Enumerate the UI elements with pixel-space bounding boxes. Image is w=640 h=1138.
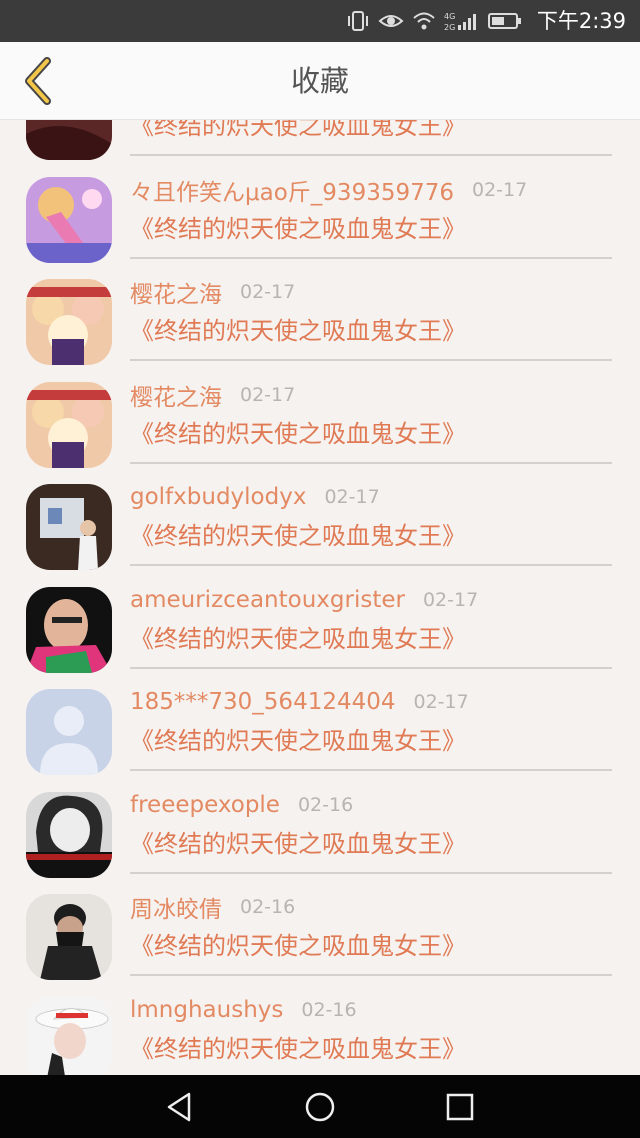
- username: 樱花之海: [130, 282, 222, 308]
- name-line: 185***730_564124404 02-17: [130, 685, 469, 719]
- list-item[interactable]: 《终结的炽天使之吸血鬼女王》: [0, 120, 640, 161]
- hat-avatar-image: [26, 996, 112, 1075]
- name-line: 周冰皎倩 02-16: [130, 890, 295, 924]
- username: 々且作笑んμao斤_939359776: [130, 179, 454, 206]
- list-item[interactable]: 樱花之海 02-17 《终结的炽天使之吸血鬼女王》: [0, 263, 640, 366]
- username: 周冰皎倩: [130, 897, 222, 923]
- list-item[interactable]: lmnghaushys 02-16 《终结的炽天使之吸血鬼女王》: [0, 981, 640, 1075]
- username: lmnghaushys: [130, 996, 284, 1023]
- date: 02-17: [240, 281, 296, 303]
- date: 02-16: [297, 793, 354, 816]
- portrait-bw-avatar-image: [26, 791, 112, 878]
- page-title: 收藏: [290, 64, 349, 98]
- user-avatar[interactable]: [26, 689, 112, 775]
- work-title[interactable]: 《终结的炽天使之吸血鬼女王》: [130, 723, 466, 759]
- divider: [130, 871, 612, 874]
- divider: [130, 564, 612, 566]
- masked-avatar-image: [26, 894, 112, 980]
- date: 02-16: [240, 896, 296, 918]
- user-avatar[interactable]: [26, 894, 112, 980]
- name-line: golfxbudylodyx 02-17: [130, 480, 380, 514]
- username: 樱花之海: [130, 384, 222, 411]
- nav-home-button[interactable]: [290, 1082, 350, 1132]
- signal-icon: 4G 2G: [444, 12, 476, 32]
- app-header: 收藏: [0, 42, 640, 120]
- work-title[interactable]: 《终结的炽天使之吸血鬼女王》: [130, 518, 466, 554]
- svg-text:4G: 4G: [444, 12, 455, 21]
- work-title[interactable]: 《终结的炽天使之吸血鬼女王》: [130, 211, 466, 247]
- user-avatar[interactable]: [26, 586, 112, 673]
- favorites-list[interactable]: 《终结的炽天使之吸血鬼女王》 々且作笑んμao斤_939359776 02-17…: [0, 120, 640, 1075]
- divider: [130, 974, 612, 976]
- username: freeepexople: [130, 791, 280, 818]
- user-avatar[interactable]: [26, 791, 112, 878]
- work-title[interactable]: 《终结的炽天使之吸血鬼女王》: [130, 313, 466, 349]
- divider: [130, 256, 612, 259]
- anime-group-avatar-image: [26, 381, 112, 468]
- list-item[interactable]: 々且作笑んμao斤_939359776 02-17 《终结的炽天使之吸血鬼女王》: [0, 161, 640, 264]
- username: golfxbudylodyx: [130, 484, 307, 510]
- anime-avatar-image: [26, 176, 112, 263]
- divider: [130, 359, 612, 361]
- divider: [130, 769, 612, 771]
- work-title[interactable]: 《终结的炽天使之吸血鬼女王》: [130, 826, 466, 862]
- wifi-icon: [413, 12, 435, 30]
- status-time: 下午2:39: [536, 9, 626, 33]
- work-title[interactable]: 《终结的炽天使之吸血鬼女王》: [130, 416, 466, 452]
- date: 02-17: [413, 691, 469, 713]
- list-item[interactable]: 185***730_564124404 02-17 《终结的炽天使之吸血鬼女王》: [0, 673, 640, 776]
- work-title[interactable]: 《终结的炽天使之吸血鬼女王》: [130, 928, 466, 964]
- divider: [130, 461, 612, 464]
- date: 02-17: [472, 178, 528, 201]
- status-icons: 4G 2G: [346, 0, 522, 42]
- recents-square-icon: [446, 1093, 474, 1120]
- list-item[interactable]: 樱花之海 02-17 《终结的炽天使之吸血鬼女王》: [0, 366, 640, 469]
- portrait-avatar-image: [26, 586, 112, 673]
- name-line: lmnghaushys 02-16: [130, 993, 357, 1027]
- list-item[interactable]: freeepexople 02-16 《终结的炽天使之吸血鬼女王》: [0, 776, 640, 879]
- system-nav-bar: [0, 1075, 640, 1138]
- list-item[interactable]: ameurizceantouxgrister 02-17 《终结的炽天使之吸血鬼…: [0, 571, 640, 674]
- list-item[interactable]: 周冰皎倩 02-16 《终结的炽天使之吸血鬼女王》: [0, 878, 640, 981]
- work-title[interactable]: 《终结的炽天使之吸血鬼女王》: [130, 621, 466, 657]
- anime-group-avatar-image: [26, 279, 112, 365]
- list-item[interactable]: golfxbudylodyx 02-17 《终结的炽天使之吸血鬼女王》: [0, 468, 640, 571]
- photo-avatar-image: [26, 484, 112, 570]
- eye-comfort-icon: [378, 15, 404, 27]
- back-triangle-icon: [167, 1092, 191, 1121]
- divider: [130, 154, 612, 156]
- username: 185***730_564124404: [130, 689, 396, 715]
- date: 02-17: [324, 486, 380, 508]
- svg-text:2G: 2G: [444, 23, 455, 32]
- default-avatar-image: [26, 689, 112, 775]
- nav-back-button[interactable]: [150, 1082, 210, 1132]
- date: 02-17: [422, 588, 479, 611]
- user-avatar[interactable]: [26, 996, 112, 1075]
- name-line: ameurizceantouxgrister 02-17: [130, 583, 478, 617]
- work-title[interactable]: 《终结的炽天使之吸血鬼女王》: [130, 1031, 466, 1067]
- username: ameurizceantouxgrister: [130, 586, 405, 613]
- user-avatar[interactable]: [26, 176, 112, 263]
- date: 02-16: [301, 998, 357, 1021]
- user-avatar[interactable]: [26, 120, 112, 160]
- status-bar: 4G 2G 下午2:39: [0, 0, 640, 42]
- anime-avatar-image: [26, 120, 112, 160]
- name-line: 々且作笑んμao斤_939359776 02-17: [130, 173, 527, 207]
- user-avatar[interactable]: [26, 279, 112, 365]
- user-avatar[interactable]: [26, 381, 112, 468]
- work-title[interactable]: 《终结的炽天使之吸血鬼女王》: [130, 120, 466, 144]
- home-circle-icon: [305, 1092, 335, 1121]
- nav-recents-button[interactable]: [430, 1082, 490, 1132]
- date: 02-17: [240, 383, 296, 406]
- name-line: freeepexople 02-16: [130, 788, 353, 822]
- name-line: 樱花之海 02-17: [130, 275, 295, 309]
- name-line: 樱花之海 02-17: [130, 378, 295, 412]
- vibrate-icon: [348, 11, 368, 31]
- battery-icon: [488, 13, 521, 29]
- divider: [130, 666, 612, 669]
- user-avatar[interactable]: [26, 484, 112, 570]
